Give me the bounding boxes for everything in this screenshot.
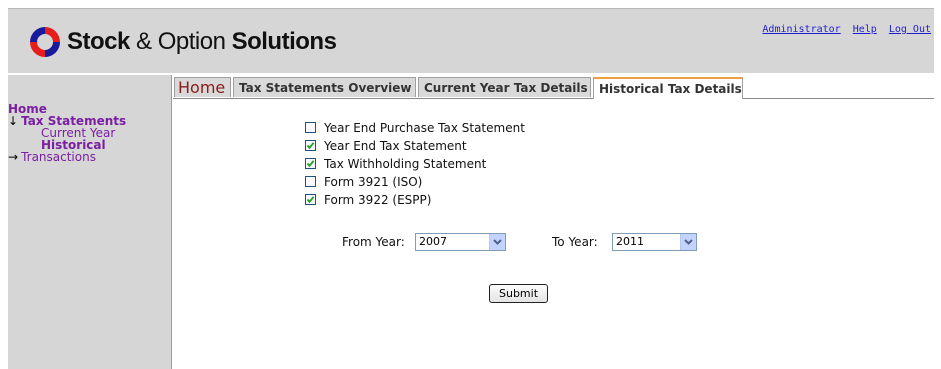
sidebar: Home ↓ Tax Statements Current Year Histor… xyxy=(8,75,172,369)
administrator-link[interactable]: Administrator xyxy=(762,24,840,35)
brand-name-solutions: Solutions xyxy=(231,28,337,55)
checkbox[interactable] xyxy=(305,176,316,187)
from-year-label: From Year: xyxy=(342,235,405,249)
checkmark-icon xyxy=(306,160,315,168)
checkmark-icon xyxy=(306,196,315,204)
chevron-down-icon[interactable] xyxy=(489,234,505,250)
top-links: Administrator Help Log Out xyxy=(756,24,931,35)
tab-tax-statements-overview[interactable]: Tax Statements Overview xyxy=(233,77,416,97)
checkbox[interactable] xyxy=(305,194,316,205)
checkmark-icon xyxy=(306,142,315,150)
tab-historical-tax-details[interactable]: Historical Tax Details xyxy=(593,77,743,99)
sos-logo-icon xyxy=(30,27,60,57)
submit-button[interactable]: Submit xyxy=(489,284,548,303)
to-year-label: To Year: xyxy=(552,235,598,249)
brand-logo[interactable]: Stock & Option Solutions xyxy=(27,24,337,60)
checkbox[interactable] xyxy=(305,158,316,169)
brand-name-stock: Stock xyxy=(67,28,130,55)
checkbox-label: Year End Purchase Tax Statement xyxy=(324,121,525,135)
help-link[interactable]: Help xyxy=(853,24,877,35)
brand-name: Stock & Option Solutions xyxy=(67,28,337,56)
chevron-down-icon[interactable] xyxy=(680,234,696,250)
checkbox[interactable] xyxy=(305,140,316,151)
checkbox[interactable] xyxy=(305,122,316,133)
checkbox-label: Year End Tax Statement xyxy=(324,139,467,153)
checkbox-label: Form 3922 (ESPP) xyxy=(324,193,432,207)
tab-current-year-tax-details[interactable]: Current Year Tax Details xyxy=(418,77,591,97)
to-year-value: 2011 xyxy=(616,235,644,248)
from-year-value: 2007 xyxy=(419,235,447,248)
checkbox-label: Form 3921 (ISO) xyxy=(324,175,423,189)
tab-home[interactable]: Home xyxy=(174,77,231,97)
sidebar-item-label: Transactions xyxy=(21,150,96,164)
brand-name-option: & Option xyxy=(129,28,232,55)
from-year-select[interactable]: 2007 xyxy=(415,233,506,251)
checkbox-label: Tax Withholding Statement xyxy=(324,157,487,171)
arrow-down-icon: ↓ xyxy=(8,114,19,128)
to-year-select[interactable]: 2011 xyxy=(612,233,697,251)
tab-bar: Home Tax Statements Overview Current Yea… xyxy=(173,77,934,99)
sidebar-item-transactions[interactable]: → Transactions xyxy=(8,151,96,163)
arrow-right-icon: → xyxy=(8,150,19,164)
logout-link[interactable]: Log Out xyxy=(889,24,931,35)
